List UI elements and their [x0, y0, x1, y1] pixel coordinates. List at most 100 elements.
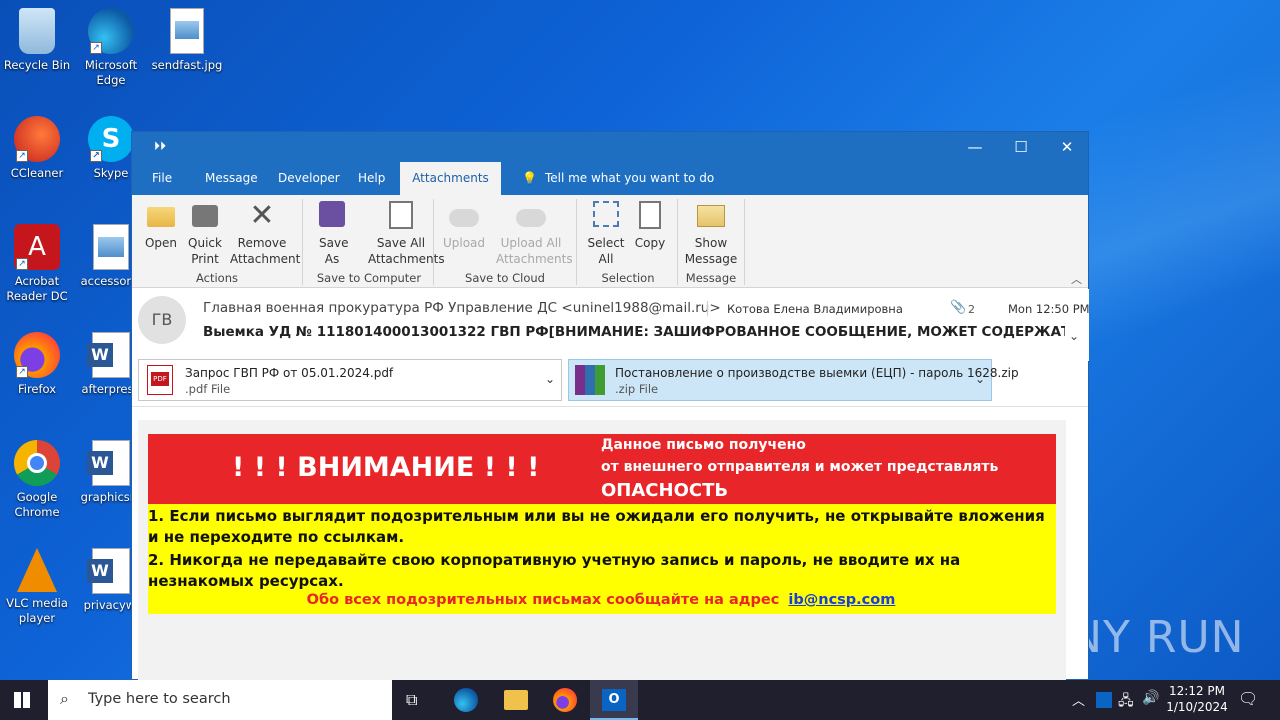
expand-header-chevron-icon[interactable]: ⌄ [1069, 329, 1079, 343]
report-email-link[interactable]: ib@ncsp.com [788, 592, 895, 608]
lightbulb-icon: 💡 [522, 171, 537, 185]
word-doc-icon: W [87, 332, 130, 378]
desktop-icon-vlc[interactable]: VLC media player [0, 548, 74, 626]
clock-date: 1/10/2024 [1166, 700, 1228, 714]
select-all-icon [593, 201, 619, 227]
remove-attachment-button[interactable]: ✕ Remove Attachment [228, 198, 300, 267]
tray-chevron-icon[interactable]: ︿ [1072, 690, 1085, 709]
volume-icon[interactable]: 🔊 [1142, 690, 1159, 706]
desktop-icon-label: Google Chrome [14, 490, 60, 519]
attachment-count: 2 [968, 303, 975, 316]
tab-message[interactable]: Message [195, 162, 268, 195]
network-icon[interactable]: 🖧 [1118, 690, 1134, 714]
group-label-actions: Actions [195, 271, 238, 285]
desktop-icon-edge[interactable]: ↗ Microsoft Edge [74, 8, 148, 88]
cloud-upload-all-icon [516, 209, 546, 227]
tab-attachments[interactable]: Attachments [400, 162, 501, 195]
desktop-icon-firefox[interactable]: ↗ Firefox [0, 332, 74, 397]
select-all-button[interactable]: Select All [586, 201, 626, 267]
cloud-upload-icon [449, 209, 479, 227]
taskbar-edge-icon[interactable] [454, 688, 478, 712]
tell-me-box[interactable]: 💡 Tell me what you want to do [512, 162, 724, 195]
message-body: ! ! ! ВНИМАНИЕ ! ! ! Данное письмо получ… [138, 420, 1066, 681]
warning-report-line: Обо всех подозрительных письмах сообщайт… [306, 592, 896, 608]
minimize-button[interactable]: — [952, 132, 998, 162]
attachment-menu-chevron-icon[interactable]: ⌄ [545, 372, 555, 386]
group-separator [433, 199, 434, 285]
desktop-icon-recycle-bin[interactable]: Recycle Bin [0, 8, 74, 73]
word-doc-icon: W [87, 440, 130, 486]
save-as-button[interactable]: Save As [314, 201, 350, 267]
maximize-button[interactable]: ☐ [998, 132, 1044, 162]
notifications-icon[interactable]: 🗨 [1238, 689, 1258, 708]
recipient[interactable]: Котова Елена Владимировна [727, 302, 903, 316]
task-view-icon[interactable]: ⧉ [406, 690, 417, 710]
attachment-pdf[interactable]: PDF Запрос ГВП РФ от 05.01.2024.pdf .pdf… [138, 359, 562, 401]
taskbar-search[interactable]: ⌕ Type here to search [48, 680, 392, 720]
image-file-icon [93, 224, 129, 270]
group-separator [744, 199, 745, 285]
firefox-icon: ↗ [14, 332, 60, 378]
quick-print-button[interactable]: Quick Print [184, 201, 226, 267]
taskbar-file-explorer-icon[interactable] [504, 690, 528, 710]
shortcut-arrow-icon: ↗ [16, 258, 28, 270]
group-label-selection: Selection [601, 271, 655, 285]
desktop-icon-ccleaner[interactable]: ↗ CCleaner [0, 116, 74, 181]
edge-icon: ↗ [88, 8, 134, 54]
shortcut-arrow-icon: ↗ [90, 150, 102, 162]
show-message-button[interactable]: Show Message [684, 201, 738, 267]
tab-help[interactable]: Help [348, 162, 395, 195]
title-bar: ⏵⏵ — ☐ ✕ [132, 132, 1088, 162]
tray-outlook-icon[interactable] [1096, 692, 1112, 708]
sender[interactable]: Главная военная прокуратура РФ Управлени… [203, 300, 721, 316]
copy-icon [639, 201, 661, 229]
warning-title: ! ! ! ВНИМАНИЕ ! ! ! [232, 452, 540, 483]
pdf-file-icon: PDF [147, 365, 173, 395]
upload-button[interactable]: Upload [442, 201, 486, 251]
outlook-icon: O [602, 689, 626, 711]
attachment-zip[interactable]: Постановление о производстве выемки (ЕЦП… [568, 359, 1019, 401]
winrar-zip-icon [575, 365, 605, 395]
warning-item-2: 2. Никогда не передавайте свою корпорати… [148, 551, 961, 590]
group-label-save-to-computer: Save to Computer [316, 271, 422, 285]
tab-developer[interactable]: Developer [268, 162, 350, 195]
envelope-icon [697, 205, 725, 227]
paperclip-icon: 📎 [950, 300, 967, 315]
taskbar-outlook-button[interactable]: O [590, 680, 638, 720]
save-all-attachments-button[interactable]: Save All Attachments [368, 201, 445, 267]
desktop-icon-label: Skype [93, 166, 129, 180]
remove-x-icon: ✕ [249, 198, 275, 233]
desktop-icon-label: sendfast.jpg [151, 58, 223, 72]
tab-file[interactable]: File [142, 162, 182, 195]
group-separator [576, 199, 577, 285]
taskbar-firefox-icon[interactable] [553, 688, 577, 712]
save-icon [319, 201, 345, 227]
warning-banner-header: ! ! ! ВНИМАНИЕ ! ! ! Данное письмо получ… [148, 434, 1056, 504]
collapse-ribbon-chevron-icon[interactable]: ︿ [1071, 271, 1082, 287]
warning-banner: ! ! ! ВНИМАНИЕ ! ! ! Данное письмо получ… [148, 434, 1056, 614]
desktop-icon-label: Firefox [17, 382, 57, 396]
clock[interactable]: 12:12 PM 1/10/2024 [1166, 684, 1228, 714]
recycle-bin-icon [19, 8, 55, 54]
desktop-icon-acrobat[interactable]: A ↗ Acrobat Reader DC [0, 224, 74, 304]
message-header: ГВ Главная военная прокуратура РФ Управл… [132, 289, 1090, 401]
group-separator [302, 199, 303, 285]
group-label-message: Message [685, 271, 737, 285]
desktop-icon-label: CCleaner [10, 166, 64, 180]
start-windows-icon[interactable] [14, 692, 30, 708]
desktop-icon-sendfast[interactable]: sendfast.jpg [150, 8, 224, 73]
close-button[interactable]: ✕ [1044, 132, 1090, 162]
outlook-message-window: ⏵⏵ — ☐ ✕ File Message Developer Help Att… [131, 131, 1090, 681]
upload-all-attachments-button[interactable]: Upload All Attachments [496, 201, 573, 267]
taskbar: ⌕ Type here to search ⧉ O ︿ 🖧 🔊 12:12 PM… [0, 680, 1280, 720]
message-date: Mon 12:50 PM [1008, 302, 1090, 316]
folder-open-icon [147, 207, 175, 227]
clock-time: 12:12 PM [1169, 684, 1225, 698]
ccleaner-icon: ↗ [14, 116, 60, 162]
shortcut-arrow-icon: ↗ [90, 42, 102, 54]
desktop-icon-chrome[interactable]: Google Chrome [0, 440, 74, 520]
attachment-menu-chevron-icon[interactable]: ⌄ [975, 372, 985, 386]
open-button[interactable]: Open [142, 201, 180, 251]
quick-access-toolbar[interactable]: ⏵⏵ [154, 139, 166, 154]
copy-button[interactable]: Copy [632, 201, 668, 251]
